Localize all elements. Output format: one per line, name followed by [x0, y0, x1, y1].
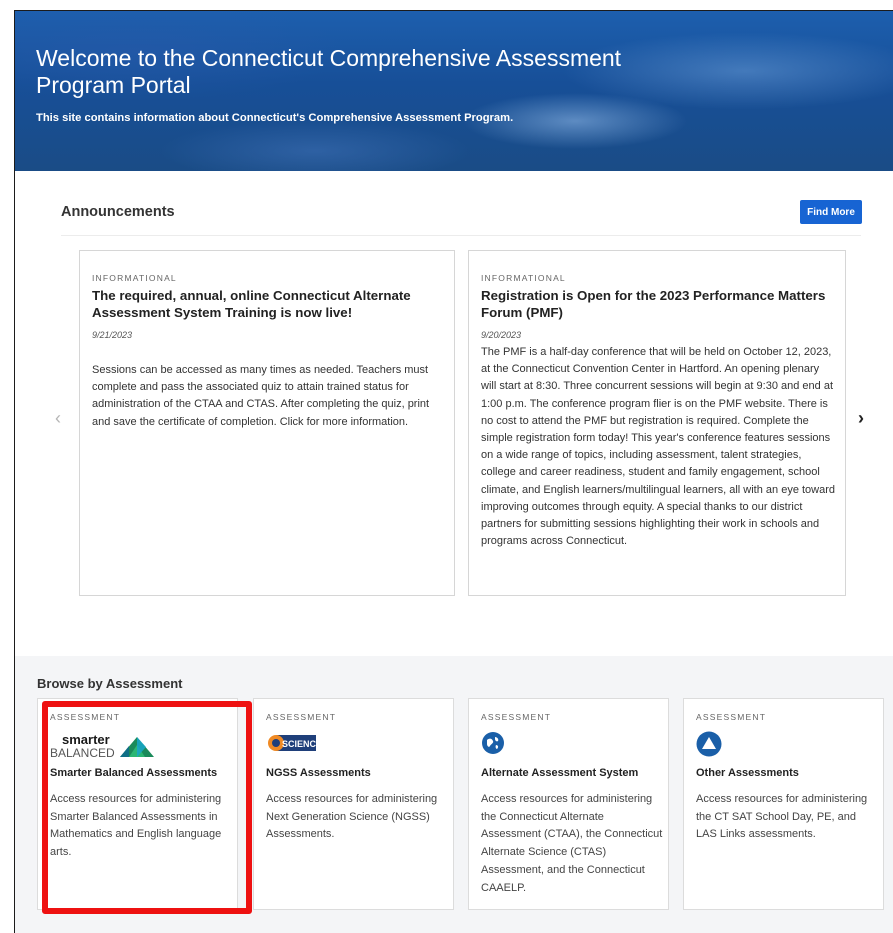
smarter-balanced-logo: smarter BALANCED	[50, 732, 160, 765]
announcement-date: 9/20/2023	[481, 330, 522, 340]
announcement-body: The PMF is a half-day conference that wi…	[481, 346, 836, 548]
announcement-title[interactable]: The required, annual, online Connecticut…	[92, 288, 444, 321]
divider	[61, 235, 861, 236]
announcement-title[interactable]: Registration is Open for the 2023 Perfor…	[481, 288, 835, 321]
assessment-card-alternate[interactable]: ASSESSMENT Alternate Assessment System A…	[468, 698, 669, 910]
carousel-next-icon[interactable]: ›	[858, 409, 864, 427]
smarter-balanced-logo-text-1: smarter	[62, 732, 110, 747]
assessment-title[interactable]: Other Assessments	[696, 767, 799, 779]
carousel-prev-icon[interactable]: ‹	[55, 409, 61, 427]
assessment-title[interactable]: Smarter Balanced Assessments	[50, 767, 217, 779]
card-tag: ASSESSMENT	[481, 712, 552, 722]
card-tag: INFORMATIONAL	[481, 273, 566, 283]
page-title: Welcome to the Connecticut Comprehensive…	[36, 45, 622, 98]
assessment-description: Access resources for administering the C…	[696, 793, 868, 841]
assessment-card-other[interactable]: ASSESSMENT Other Assessments Access reso…	[683, 698, 884, 910]
assessment-description: Access resources for administering the C…	[481, 793, 663, 894]
announcement-card[interactable]: INFORMATIONAL The required, annual, onli…	[79, 250, 455, 596]
page-frame: Welcome to the Connecticut Comprehensive…	[14, 10, 893, 933]
card-tag: ASSESSMENT	[50, 712, 121, 722]
globe-icon	[481, 731, 505, 760]
announcement-card[interactable]: INFORMATIONAL Registration is Open for t…	[468, 250, 846, 596]
announcement-body: Sessions can be accessed as many times a…	[92, 364, 430, 428]
card-tag: ASSESSMENT	[696, 712, 767, 722]
page-subtitle: This site contains information about Con…	[36, 112, 514, 124]
find-more-button[interactable]: Find More	[800, 200, 862, 224]
browse-heading: Browse by Assessment	[37, 676, 183, 691]
announcements-heading: Announcements	[61, 204, 175, 220]
card-tag: ASSESSMENT	[266, 712, 337, 722]
card-tag: INFORMATIONAL	[92, 273, 177, 283]
assessment-card-smarter-balanced[interactable]: ASSESSMENT smarter BALANCED Smarter Bala…	[37, 698, 238, 910]
assessment-title[interactable]: NGSS Assessments	[266, 767, 371, 779]
hero-banner: Welcome to the Connecticut Comprehensive…	[15, 11, 893, 171]
assessment-card-ngss[interactable]: ASSESSMENT SCIENCE NGSS Assessments Acce…	[253, 698, 454, 910]
triangle-icon	[696, 731, 722, 762]
ngss-logo-text: SCIENCE	[282, 739, 322, 749]
smarter-balanced-logo-text-2: BALANCED	[50, 746, 115, 760]
assessment-description: Access resources for administering Smart…	[50, 793, 222, 859]
ngss-science-logo: SCIENCE	[266, 732, 326, 759]
assessment-title[interactable]: Alternate Assessment System	[481, 767, 638, 779]
announcement-date: 9/21/2023	[92, 330, 133, 340]
assessment-description: Access resources for administering Next …	[266, 793, 438, 841]
